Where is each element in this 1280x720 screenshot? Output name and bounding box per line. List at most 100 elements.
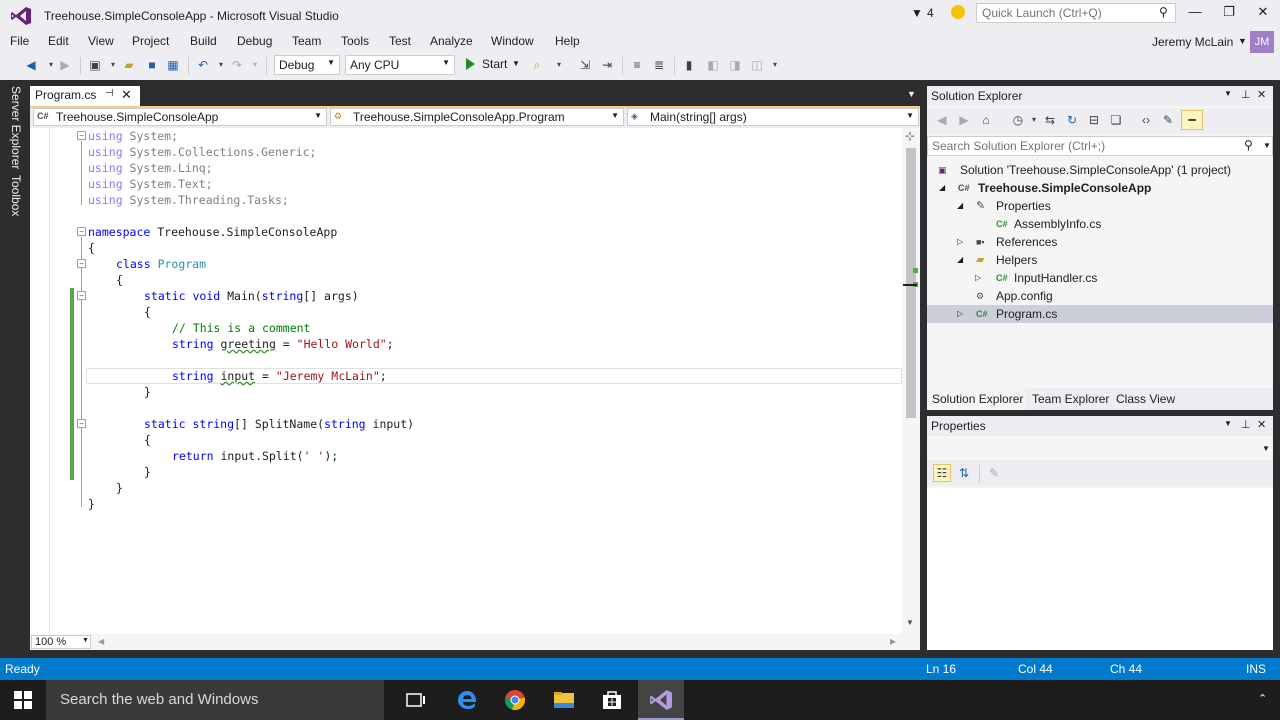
quick-launch-input[interactable] bbox=[976, 3, 1176, 23]
visual-studio-task-icon[interactable] bbox=[649, 688, 673, 712]
feedback-smiley-icon[interactable] bbox=[951, 5, 965, 19]
chevron-down-icon[interactable]: ▼ bbox=[1224, 89, 1232, 98]
menu-analyze[interactable]: Analyze bbox=[430, 34, 473, 48]
chevron-down-icon[interactable]: ▼ bbox=[1262, 444, 1270, 453]
forward-icon[interactable]: ▶ bbox=[957, 113, 971, 127]
chevron-down-icon[interactable]: ▼ bbox=[512, 59, 520, 68]
code-line[interactable]: // This is a comment bbox=[172, 320, 310, 336]
chevron-down-icon[interactable]: ▾ bbox=[552, 58, 566, 72]
menu-tools[interactable]: Tools bbox=[341, 34, 369, 48]
undo-icon[interactable]: ↶ bbox=[196, 58, 210, 72]
open-file-icon[interactable]: ▰ bbox=[122, 58, 136, 72]
view-code-icon[interactable]: ‹› bbox=[1139, 113, 1153, 127]
refresh-icon[interactable]: ↻ bbox=[1065, 113, 1079, 127]
step-over-icon[interactable]: ⇥ bbox=[600, 58, 614, 72]
properties-wrench-icon[interactable]: ✎ bbox=[1161, 113, 1175, 127]
redo-icon[interactable]: ↷ bbox=[230, 58, 244, 72]
tab-team-explorer[interactable]: Team Explorer bbox=[1032, 392, 1109, 406]
code-line[interactable]: static string[] SplitName(string input) bbox=[144, 416, 414, 432]
class-select[interactable]: ⚙ Treehouse.SimpleConsoleApp.Program ▼ bbox=[330, 108, 624, 126]
next-bookmark-icon[interactable]: ◨ bbox=[728, 58, 742, 72]
alphabetical-sort-icon[interactable]: ⇅ bbox=[957, 466, 971, 480]
menu-file[interactable]: File bbox=[10, 34, 29, 48]
close-icon[interactable]: ✕ bbox=[1257, 418, 1266, 431]
collapse-class-icon[interactable]: − bbox=[77, 259, 86, 268]
expanded-arrow-icon[interactable]: ◢ bbox=[939, 179, 945, 197]
task-view-icon[interactable] bbox=[404, 688, 428, 712]
code-line[interactable]: } bbox=[88, 496, 95, 512]
collapsed-arrow-icon[interactable]: ▷ bbox=[957, 305, 963, 323]
project-select[interactable]: C# Treehouse.SimpleConsoleApp ▼ bbox=[33, 108, 327, 126]
taskbar-search-box[interactable]: Search the web and Windows bbox=[46, 680, 384, 720]
pending-changes-icon[interactable]: ◷ bbox=[1011, 113, 1025, 127]
collapse-usings-icon[interactable]: − bbox=[77, 131, 86, 140]
code-line[interactable]: } bbox=[144, 464, 151, 480]
back-icon[interactable]: ◀ bbox=[935, 113, 949, 127]
scroll-down-icon[interactable]: ▼ bbox=[906, 618, 914, 627]
clear-bookmarks-icon[interactable]: ◫ bbox=[750, 58, 764, 72]
search-icon[interactable]: ⚲ bbox=[1244, 138, 1253, 152]
home-icon[interactable]: ⌂ bbox=[979, 113, 993, 127]
show-all-files-icon[interactable]: ❏ bbox=[1109, 113, 1123, 127]
navigate-back-icon[interactable]: ◀ bbox=[24, 58, 38, 72]
chevron-down-icon[interactable]: ▼ bbox=[1263, 141, 1271, 150]
edge-browser-icon[interactable] bbox=[455, 688, 479, 712]
configuration-select[interactable]: Debug ▼ bbox=[274, 55, 340, 75]
menu-view[interactable]: View bbox=[88, 34, 114, 48]
code-line[interactable]: namespace Treehouse.SimpleConsoleApp bbox=[88, 224, 337, 240]
save-all-icon[interactable]: ▦ bbox=[166, 58, 180, 72]
code-line[interactable]: } bbox=[116, 480, 123, 496]
expanded-arrow-icon[interactable]: ◢ bbox=[957, 251, 963, 269]
sync-icon[interactable]: ⇆ bbox=[1043, 113, 1057, 127]
close-window-button[interactable]: ✕ bbox=[1248, 4, 1278, 24]
code-line[interactable]: using System.Collections.Generic; bbox=[88, 144, 317, 160]
pin-icon[interactable]: ⊥ bbox=[1241, 88, 1251, 101]
menu-help[interactable]: Help bbox=[555, 34, 580, 48]
toolbar-options-icon[interactable]: ▾ bbox=[768, 58, 782, 72]
user-name[interactable]: Jeremy McLain bbox=[1152, 35, 1233, 49]
property-pages-icon[interactable]: ✎ bbox=[987, 466, 1001, 480]
step-into-icon[interactable]: ⇲ bbox=[578, 58, 592, 72]
menu-edit[interactable]: Edit bbox=[48, 34, 69, 48]
code-line[interactable]: { bbox=[88, 240, 95, 256]
pin-icon[interactable]: ⊣ bbox=[105, 88, 114, 99]
code-line[interactable]: using System.Threading.Tasks; bbox=[88, 192, 289, 208]
chrome-browser-icon[interactable] bbox=[503, 688, 527, 712]
avatar[interactable]: JM bbox=[1250, 31, 1274, 53]
code-line[interactable]: { bbox=[116, 272, 123, 288]
close-icon[interactable]: ✕ bbox=[121, 87, 132, 103]
code-line[interactable]: using System.Linq; bbox=[88, 160, 213, 176]
properties-object-select[interactable] bbox=[927, 438, 1273, 458]
collapsed-arrow-icon[interactable]: ▷ bbox=[957, 233, 963, 251]
menu-project[interactable]: Project bbox=[132, 34, 169, 48]
categorized-icon[interactable]: ☷ bbox=[933, 464, 951, 482]
collapse-namespace-icon[interactable]: − bbox=[77, 227, 86, 236]
system-tray-chevron-icon[interactable]: ⌃ bbox=[1258, 692, 1267, 705]
platform-select[interactable]: Any CPU ▼ bbox=[345, 55, 455, 75]
chevron-down-icon[interactable]: ▾ bbox=[214, 58, 228, 72]
navigate-forward-icon[interactable]: ▶ bbox=[58, 58, 72, 72]
collapse-splitname-icon[interactable]: − bbox=[77, 419, 86, 428]
file-explorer-icon[interactable] bbox=[552, 688, 576, 712]
chevron-down-icon[interactable]: ▾ bbox=[44, 58, 58, 72]
windows-start-icon[interactable] bbox=[14, 691, 32, 709]
tab-solution-explorer[interactable]: Solution Explorer bbox=[932, 392, 1023, 406]
toolbox-tab[interactable]: Toolbox bbox=[9, 175, 23, 216]
member-select[interactable]: ◈ Main(string[] args) ▼ bbox=[627, 108, 919, 126]
pin-icon[interactable]: ⊥ bbox=[1241, 418, 1251, 431]
code-line[interactable]: { bbox=[144, 304, 151, 320]
solution-search-input[interactable] bbox=[927, 136, 1273, 156]
chevron-down-icon[interactable]: ▼ bbox=[907, 89, 916, 99]
chevron-down-icon[interactable]: ▼ bbox=[1238, 36, 1247, 46]
code-line[interactable]: return input.Split(' '); bbox=[172, 448, 338, 464]
search-icon[interactable]: ⚲ bbox=[1159, 5, 1168, 19]
bookmark-icon[interactable]: ▮ bbox=[682, 58, 696, 72]
menu-build[interactable]: Build bbox=[190, 34, 217, 48]
start-play-icon[interactable] bbox=[466, 58, 475, 70]
start-button[interactable]: Start bbox=[482, 57, 507, 71]
code-line[interactable]: static void Main(string[] args) bbox=[144, 288, 359, 304]
code-line[interactable]: class Program bbox=[116, 256, 206, 272]
collapsed-arrow-icon[interactable]: ▷ bbox=[975, 269, 981, 287]
chevron-down-icon[interactable]: ▾ bbox=[248, 58, 262, 72]
comment-lines-icon[interactable]: ≡ bbox=[630, 58, 644, 72]
